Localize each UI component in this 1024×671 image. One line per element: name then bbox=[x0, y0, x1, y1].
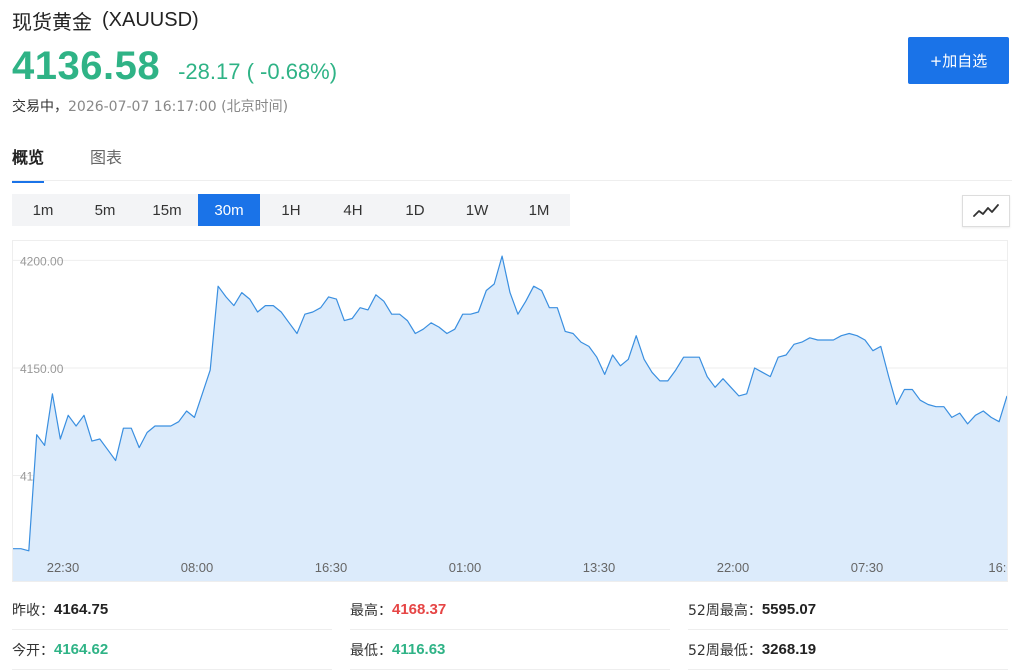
price-change: -28.17 ( -0.68%) bbox=[178, 59, 338, 84]
interval-selector: 1m 5m 15m 30m 1H 4H 1D 1W 1M bbox=[12, 194, 570, 226]
trading-status: 交易中，2026-07-07 16:17:00 (北京时间) bbox=[12, 96, 288, 116]
interval-15m[interactable]: 15m bbox=[136, 194, 198, 226]
price-row: 4136.58 -28.17 ( -0.68%) bbox=[12, 44, 337, 89]
stat-open: 今开： 4164.62 bbox=[12, 630, 332, 670]
x-tick-label: 01:00 bbox=[449, 560, 482, 575]
interval-1w[interactable]: 1W bbox=[446, 194, 508, 226]
instrument-name: 现货黄金 bbox=[12, 10, 92, 34]
interval-4h[interactable]: 4H bbox=[322, 194, 384, 226]
stat-low: 最低： 4116.63 bbox=[350, 630, 670, 670]
x-tick-label: 16:0 bbox=[988, 560, 1008, 575]
stats-table: 昨收： 4164.75 最高： 4168.37 52周最高： 5595.07 今开： 4… bbox=[12, 590, 1008, 670]
y-tick-label: 4200.00 bbox=[20, 254, 64, 268]
page-tabs: 概览 图表 bbox=[12, 144, 122, 183]
tab-chart[interactable]: 图表 bbox=[90, 144, 122, 183]
stat-value: 4164.62 bbox=[54, 641, 109, 658]
x-tick-label: 13:30 bbox=[583, 560, 616, 575]
interval-1d[interactable]: 1D bbox=[384, 194, 446, 226]
tabs-divider bbox=[12, 180, 1012, 181]
stat-value: 4168.37 bbox=[392, 601, 447, 618]
timezone-label: (北京时间) bbox=[221, 99, 289, 115]
x-tick-label: 22:30 bbox=[47, 560, 80, 575]
instrument-title: 现货黄金 (XAUUSD) bbox=[12, 6, 199, 35]
line-chart-icon bbox=[973, 204, 999, 217]
interval-1m[interactable]: 1M bbox=[508, 194, 570, 226]
x-tick-label: 22:00 bbox=[717, 560, 750, 575]
x-tick-label: 07:30 bbox=[851, 560, 884, 575]
stat-52w-low: 52周最低： 3268.19 bbox=[688, 630, 1008, 670]
price-chart-svg: 4200.004150.004100.0022:3008:0016:3001:0… bbox=[13, 254, 1008, 581]
y-tick-label: 4150.00 bbox=[20, 362, 64, 376]
stats-row: 昨收： 4164.75 最高： 4168.37 52周最高： 5595.07 bbox=[12, 590, 1008, 630]
stats-row: 今开： 4164.62 最低： 4116.63 52周最低： 3268.19 bbox=[12, 630, 1008, 670]
instrument-symbol: (XAUUSD) bbox=[102, 9, 199, 31]
chart-type-button[interactable] bbox=[962, 195, 1010, 227]
price-area bbox=[13, 256, 1007, 581]
add-to-watchlist-button[interactable]: +加自选 bbox=[908, 37, 1009, 84]
x-tick-label: 16:30 bbox=[315, 560, 348, 575]
interval-1h[interactable]: 1H bbox=[260, 194, 322, 226]
stat-value: 5595.07 bbox=[761, 601, 817, 618]
stat-value: 4116.63 bbox=[392, 641, 446, 658]
stat-prev-close: 昨收： 4164.75 bbox=[12, 590, 332, 630]
stat-high: 最高： 4168.37 bbox=[350, 590, 670, 630]
status-label: 交易中， bbox=[12, 99, 68, 115]
stat-value: 4164.75 bbox=[54, 601, 109, 618]
tab-overview[interactable]: 概览 bbox=[12, 144, 45, 183]
stat-value: 3268.19 bbox=[761, 641, 817, 658]
stat-52w-high: 52周最高： 5595.07 bbox=[688, 590, 1008, 630]
last-price: 4136.58 bbox=[12, 44, 161, 88]
interval-30m[interactable]: 30m bbox=[198, 194, 260, 226]
interval-5m[interactable]: 5m bbox=[74, 194, 136, 226]
x-tick-label: 08:00 bbox=[181, 560, 214, 575]
quote-datetime: 2026-07-07 16:17:00 bbox=[68, 99, 217, 115]
price-chart[interactable]: 4200.004150.004100.0022:3008:0016:3001:0… bbox=[12, 240, 1008, 582]
interval-1m[interactable]: 1m bbox=[12, 194, 74, 226]
